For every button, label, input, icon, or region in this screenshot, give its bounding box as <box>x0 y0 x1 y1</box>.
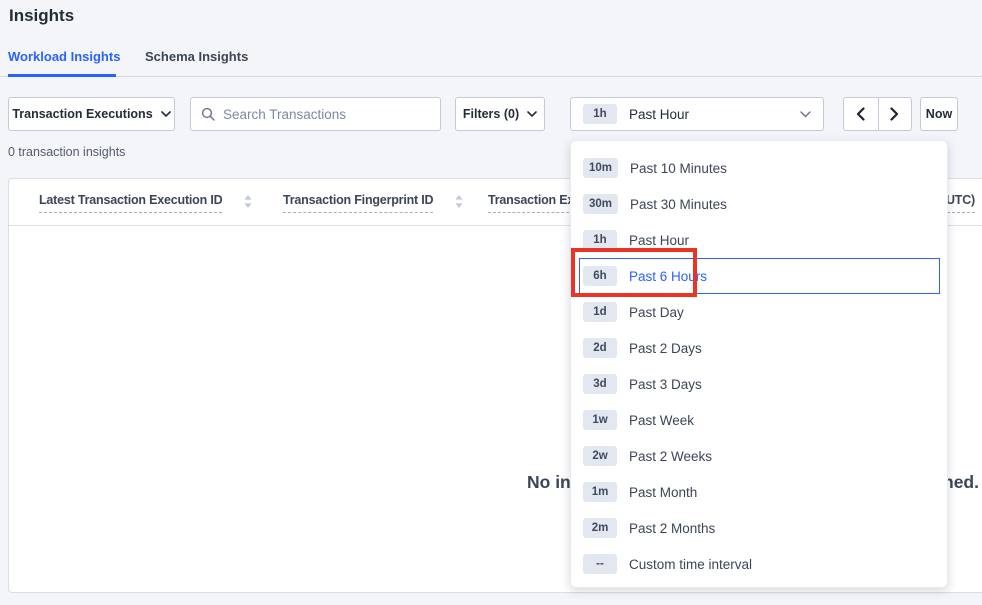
tab-workload-insights[interactable]: Workload Insights <box>8 49 120 64</box>
column-label: Transaction Ex <box>488 193 574 213</box>
filters-label: Filters (0) <box>463 107 519 121</box>
time-range-menu-item[interactable]: 1h Past Hour <box>571 222 947 258</box>
chevron-down-icon <box>800 111 811 118</box>
menu-item-label: Past Hour <box>629 233 689 248</box>
tab-schema-insights[interactable]: Schema Insights <box>145 49 248 64</box>
search-icon <box>201 107 215 121</box>
empty-state-text-fragment: No in <box>527 472 571 493</box>
insights-count: 0 transaction insights <box>8 145 125 159</box>
prev-time-button[interactable] <box>844 98 878 130</box>
time-range-menu-item[interactable]: -- Custom time interval <box>571 546 947 582</box>
time-step-button-group <box>843 97 912 131</box>
time-range-menu-item[interactable]: 1w Past Week <box>571 402 947 438</box>
menu-item-badge: 2m <box>583 518 617 538</box>
time-range-menu-item[interactable]: 30m Past 30 Minutes <box>571 186 947 222</box>
menu-item-label: Past Day <box>629 305 684 320</box>
chevron-down-icon <box>161 111 171 117</box>
menu-item-label: Custom time interval <box>629 557 752 572</box>
menu-item-badge: 1h <box>583 230 617 250</box>
search-box <box>190 97 441 131</box>
active-tab-underline <box>8 74 116 77</box>
page-title: Insights <box>9 6 74 26</box>
time-range-menu-item[interactable]: 10m Past 10 Minutes <box>571 150 947 186</box>
time-range-menu-item[interactable]: 2m Past 2 Months <box>571 510 947 546</box>
menu-item-label: Past 3 Days <box>629 377 702 392</box>
time-range-menu-item[interactable]: 2w Past 2 Weeks <box>571 438 947 474</box>
chevron-right-icon <box>890 107 899 121</box>
search-input[interactable] <box>223 107 430 122</box>
menu-item-badge: 1d <box>583 302 617 322</box>
menu-item-badge: 2d <box>583 338 617 358</box>
menu-item-badge: 30m <box>583 194 618 214</box>
next-time-button[interactable] <box>878 98 912 130</box>
menu-item-badge: 10m <box>583 158 618 178</box>
time-range-menu-item[interactable]: 3d Past 3 Days <box>571 366 947 402</box>
menu-item-badge: 1w <box>583 410 617 430</box>
menu-item-label: Past 10 Minutes <box>630 161 727 176</box>
time-range-menu-item[interactable]: 1m Past Month <box>571 474 947 510</box>
menu-item-badge: 2w <box>583 446 617 466</box>
filters-button[interactable]: Filters (0) <box>455 97 545 131</box>
now-button[interactable]: Now <box>920 97 958 131</box>
column-header[interactable]: Transaction Ex <box>488 193 574 213</box>
menu-item-badge: 3d <box>583 374 617 394</box>
time-range-menu-item[interactable]: 6h Past 6 Hours <box>579 258 940 294</box>
time-range-badge: 1h <box>583 104 617 124</box>
transaction-type-dropdown-button[interactable]: Transaction Executions <box>8 97 175 131</box>
empty-state-text-fragment: ned. <box>943 472 979 493</box>
time-range-label: Past Hour <box>629 107 689 122</box>
menu-item-badge: 1m <box>583 482 617 502</box>
sort-icon[interactable] <box>244 195 252 208</box>
menu-item-label: Past 2 Days <box>629 341 702 356</box>
time-range-dropdown-button[interactable]: 1h Past Hour <box>570 97 824 131</box>
menu-item-label: Past 6 Hours <box>629 269 707 284</box>
time-range-menu-item[interactable]: 1d Past Day <box>571 294 947 330</box>
transaction-type-label: Transaction Executions <box>12 107 152 121</box>
time-range-menu: 10m Past 10 Minutes 30m Past 30 Minutes … <box>570 140 948 588</box>
now-label: Now <box>926 107 952 121</box>
time-range-menu-item[interactable]: 2d Past 2 Days <box>571 330 947 366</box>
menu-item-label: Past Month <box>629 485 697 500</box>
menu-item-label: Past 2 Weeks <box>629 449 712 464</box>
sort-icon[interactable] <box>455 195 463 208</box>
column-label: Latest Transaction Execution ID <box>39 193 222 213</box>
chevron-left-icon <box>856 107 865 121</box>
menu-item-badge: 6h <box>583 266 617 286</box>
menu-item-label: Past Week <box>629 413 694 428</box>
menu-item-label: Past 2 Months <box>629 521 715 536</box>
menu-item-label: Past 30 Minutes <box>630 197 727 212</box>
chevron-down-icon <box>527 111 537 117</box>
column-header[interactable]: Transaction Fingerprint ID <box>283 193 463 213</box>
column-label: Transaction Fingerprint ID <box>283 193 433 213</box>
tabs-bar <box>0 0 982 77</box>
column-header[interactable]: Latest Transaction Execution ID <box>39 193 252 213</box>
menu-item-badge: -- <box>583 554 617 574</box>
